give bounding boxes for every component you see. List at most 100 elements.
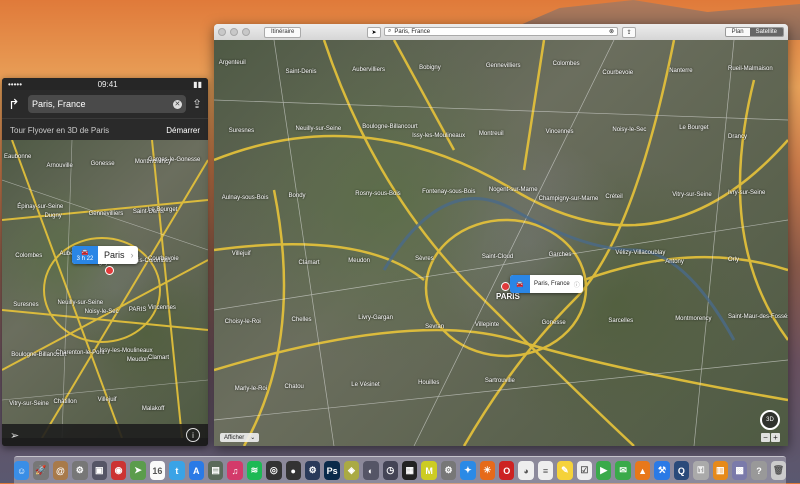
map-label: Saint-Cloud	[481, 254, 514, 261]
image-capture-icon[interactable]: ▤	[207, 461, 224, 480]
app-store-icon[interactable]: A	[188, 461, 204, 480]
quicktime-icon[interactable]: Q	[673, 461, 690, 480]
flyover-start-button[interactable]: Démarrer	[166, 126, 200, 135]
calendar-icon[interactable]: 16	[149, 461, 166, 480]
reminders-icon[interactable]: ☑	[576, 461, 593, 480]
textedit-icon[interactable]: ≡	[537, 461, 554, 480]
iphone-road-network	[2, 140, 208, 438]
photo-booth-icon[interactable]: ◉	[110, 461, 127, 480]
info-icon[interactable]: i	[186, 428, 200, 442]
keychain-icon[interactable]: ⚿	[693, 461, 709, 480]
zoom-out-button[interactable]: −	[761, 433, 770, 442]
map-pin-icon[interactable]	[501, 282, 510, 291]
trash-icon[interactable]: 🗑	[770, 461, 787, 480]
segment-plan[interactable]: Plan	[725, 28, 750, 36]
map-label: Chatou	[284, 384, 304, 390]
itunes-icon[interactable]: ♫	[227, 461, 243, 480]
zoom-window-button[interactable]	[242, 28, 250, 36]
map-label: Gonesse	[90, 161, 115, 168]
iphone-map-view[interactable]: Eaubonne Arnouville Gonesse Montmorency Garg…	[2, 140, 208, 438]
iphone-search-input[interactable]: Paris, France ✕	[28, 95, 186, 113]
launchpad-icon[interactable]: 🚀	[33, 461, 49, 480]
location-arrow-icon: ➤	[371, 30, 377, 36]
share-icon[interactable]: ⇪	[192, 97, 202, 111]
current-location-button[interactable]: ➤	[367, 27, 381, 38]
time-machine-icon[interactable]: ◷	[382, 461, 398, 480]
zoom-controls: − +	[761, 433, 780, 442]
close-window-button[interactable]	[218, 28, 226, 36]
map-label: Sartrouville	[484, 378, 515, 384]
preview-icon[interactable]: ▣	[91, 461, 107, 480]
photoshop-icon[interactable]: Ps	[324, 461, 340, 480]
contacts-icon[interactable]: @	[52, 461, 69, 480]
facetime-icon[interactable]: ▶	[596, 461, 612, 480]
car-eta-badge[interactable]: 🚘 3 h 22	[72, 246, 98, 264]
car-icon: 🚘	[81, 249, 89, 256]
car-icon[interactable]: 🚘	[510, 275, 530, 293]
transmit-icon[interactable]: ◈	[343, 461, 360, 480]
messages-icon[interactable]: ✉	[615, 461, 631, 480]
map-label: Bobigny	[419, 65, 441, 72]
help-icon[interactable]: ?	[751, 461, 767, 480]
clear-icon[interactable]: ⊗	[609, 28, 614, 35]
notes-icon[interactable]: ✎	[557, 461, 573, 480]
map-label: Saint-Maur-des-Fossés	[728, 313, 788, 320]
firefox-icon[interactable]: ☀	[479, 461, 496, 480]
show-menu-button[interactable]: Afficher ⌄	[220, 433, 260, 442]
map-label: Meudon	[126, 356, 149, 363]
moneymoney-icon[interactable]: M	[421, 461, 437, 480]
compass-3d-button[interactable]: 3D	[760, 410, 780, 430]
clear-icon[interactable]: ✕	[172, 99, 182, 109]
map-label: Issy-les-Moulineaux	[99, 347, 153, 354]
chevron-down-icon: ⌄	[250, 435, 256, 441]
info-icon[interactable]: ⓘ	[574, 280, 583, 289]
mac-map-view[interactable]: Argenteuil Saint-Denis Aubervilliers Bobign…	[214, 40, 788, 446]
automator-icon[interactable]: ⚙	[72, 461, 88, 480]
share-button[interactable]: ⇪	[622, 27, 636, 38]
directions-arrow-icon[interactable]: ↱	[8, 96, 22, 113]
books-icon[interactable]: ▥	[712, 461, 728, 480]
maps-icon[interactable]: ➤	[130, 461, 146, 480]
spotify-icon[interactable]: ≋	[246, 461, 263, 480]
vlc-icon[interactable]: ▲	[634, 461, 651, 480]
iphone-bottom-bar: ➢ i	[2, 424, 208, 446]
map-label: Champigny-sur-Marne	[538, 196, 599, 202]
map-label: Noisy-le-Sec	[84, 309, 119, 316]
map-label: Clamart	[298, 260, 320, 267]
map-label: Marly-le-Roi	[234, 386, 268, 392]
minimize-window-button[interactable]	[230, 28, 238, 36]
eta-text: 3 h 22	[76, 255, 94, 262]
map-pin-icon[interactable]	[105, 266, 114, 275]
aperture-icon[interactable]: ◎	[266, 461, 282, 480]
iphone-search-query: Paris, France	[32, 99, 86, 109]
iphone-place-callout[interactable]: 🚘 3 h 22 Paris ›	[72, 246, 138, 264]
iphone-status-bar: ••••• 09:41 ▮▮	[2, 78, 208, 90]
chrome-icon[interactable]: ◕	[518, 461, 534, 480]
mac-search-input[interactable]: ⌕ Paris, France ⊗	[384, 27, 618, 36]
hardware-icon[interactable]: ▩	[731, 461, 748, 480]
map-label: Chelles	[291, 316, 312, 323]
network-radar-icon[interactable]: ◐	[363, 461, 379, 480]
opera-icon[interactable]: O	[499, 461, 515, 480]
mac-place-callout[interactable]: 🚘 Paris, France ⓘ	[510, 275, 583, 293]
map-label: Gonesse	[541, 319, 566, 326]
xcode-icon[interactable]: ⚒	[654, 461, 670, 480]
dvd-player-icon[interactable]: ●	[285, 461, 301, 480]
system-prefs-icon[interactable]: ⚙	[440, 461, 457, 480]
segment-satellite[interactable]: Satellite	[749, 28, 783, 36]
location-arrow-icon[interactable]: ➢	[10, 429, 19, 442]
map-label: Sevran	[425, 323, 445, 330]
map-label: Gennevilliers	[485, 63, 521, 70]
map-label: Nogent-sur-Marne	[488, 187, 538, 193]
finder-icon[interactable]: ☺	[13, 461, 30, 480]
signal-icon: •••••	[8, 79, 23, 89]
steam-icon[interactable]: ⚙	[304, 461, 321, 480]
twitter-icon[interactable]: t	[169, 461, 185, 480]
window-toolbar: Itinéraire ➤ ⌕ Paris, France ⊗ ⇪ Plan Sa…	[214, 24, 788, 41]
search-icon: ⌕	[388, 28, 392, 34]
itinerary-button[interactable]: Itinéraire	[264, 26, 302, 38]
safari-icon[interactable]: ✦	[460, 461, 476, 480]
map-label: Fontenay-sous-Bois	[422, 189, 476, 195]
activity-monitor-icon[interactable]: ▦	[402, 461, 418, 480]
zoom-in-button[interactable]: +	[771, 433, 780, 442]
